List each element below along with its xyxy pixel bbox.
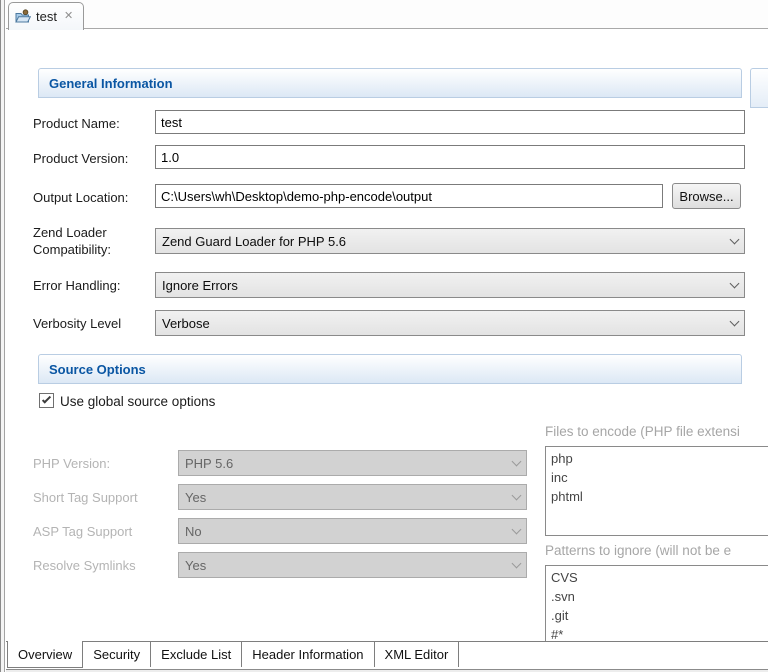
use-global-label: Use global source options xyxy=(60,394,215,409)
files-to-encode-label: Files to encode (PHP file extensi xyxy=(545,424,740,439)
section-title-general: General Information xyxy=(49,76,173,91)
error-handling-label: Error Handling: xyxy=(33,278,120,293)
tab-exclude-list[interactable]: Exclude List xyxy=(151,642,242,667)
section-title-source: Source Options xyxy=(49,362,146,377)
list-item[interactable]: .svn xyxy=(546,587,768,606)
list-item[interactable]: inc xyxy=(546,468,768,487)
chevron-down-icon xyxy=(730,278,740,288)
browse-button[interactable]: Browse... xyxy=(672,183,741,209)
list-item[interactable]: phtml xyxy=(546,487,768,506)
short-tag-combobox: Yes xyxy=(178,484,527,510)
editor-tab-title: test xyxy=(36,9,57,24)
project-folder-icon xyxy=(15,9,31,24)
output-location-input[interactable] xyxy=(155,184,663,208)
left-view-border xyxy=(0,0,5,672)
bottom-tabs: Overview Security Exclude List Header In… xyxy=(7,642,459,668)
short-tag-value: Yes xyxy=(185,490,513,505)
asp-tag-value: No xyxy=(185,524,513,539)
product-name-input[interactable] xyxy=(155,110,745,134)
output-location-label: Output Location: xyxy=(33,190,128,205)
asp-tag-label: ASP Tag Support xyxy=(33,524,132,539)
patterns-to-ignore-list[interactable]: CVS .svn .git #* xyxy=(545,565,768,644)
error-handling-combobox[interactable]: Ignore Errors xyxy=(155,272,745,298)
cut-off-section-header xyxy=(750,68,768,108)
tab-security[interactable]: Security xyxy=(83,642,151,667)
files-to-encode-list[interactable]: php inc phtml xyxy=(545,446,768,536)
tab-header-information[interactable]: Header Information xyxy=(242,642,374,667)
error-handling-value: Ignore Errors xyxy=(162,278,731,293)
zend-loader-value: Zend Guard Loader for PHP 5.6 xyxy=(162,234,731,249)
verbosity-value: Verbose xyxy=(162,316,731,331)
editor-tab-bar: test ✕ xyxy=(6,0,768,29)
zend-loader-combobox[interactable]: Zend Guard Loader for PHP 5.6 xyxy=(155,228,745,254)
chevron-down-icon xyxy=(730,234,740,244)
editor-tab-test[interactable]: test ✕ xyxy=(8,2,84,30)
chevron-down-icon xyxy=(512,456,522,466)
resolve-symlinks-combobox: Yes xyxy=(178,552,527,578)
list-item[interactable]: php xyxy=(546,449,768,468)
short-tag-label: Short Tag Support xyxy=(33,490,138,505)
tab-xml-editor[interactable]: XML Editor xyxy=(375,642,460,667)
product-version-input[interactable] xyxy=(155,145,745,169)
resolve-symlinks-value: Yes xyxy=(185,558,513,573)
chevron-down-icon xyxy=(512,558,522,568)
chevron-down-icon xyxy=(512,490,522,500)
zend-loader-label-line1: Zend Loader xyxy=(33,224,111,241)
php-version-label: PHP Version: xyxy=(33,456,110,471)
zend-loader-label: Zend Loader Compatibility: xyxy=(33,224,111,258)
bottom-tab-strip: Overview Security Exclude List Header In… xyxy=(6,641,768,672)
close-icon[interactable]: ✕ xyxy=(62,10,75,23)
resolve-symlinks-label: Resolve Symlinks xyxy=(33,558,136,573)
zend-loader-label-line2: Compatibility: xyxy=(33,241,111,258)
product-name-label: Product Name: xyxy=(33,116,120,131)
bottom-strip-line xyxy=(6,669,768,670)
product-version-label: Product Version: xyxy=(33,151,128,166)
section-header-general: General Information xyxy=(38,68,742,98)
php-version-value: PHP 5.6 xyxy=(185,456,513,471)
tab-overview[interactable]: Overview xyxy=(7,641,83,668)
list-item[interactable]: .git xyxy=(546,606,768,625)
verbosity-label: Verbosity Level xyxy=(33,316,121,331)
chevron-down-icon xyxy=(512,524,522,534)
verbosity-combobox[interactable]: Verbose xyxy=(155,310,745,336)
list-item[interactable]: CVS xyxy=(546,568,768,587)
asp-tag-combobox: No xyxy=(178,518,527,544)
chevron-down-icon xyxy=(730,316,740,326)
php-version-combobox: PHP 5.6 xyxy=(178,450,527,476)
checkmark-icon xyxy=(42,394,51,403)
patterns-to-ignore-label: Patterns to ignore (will not be e xyxy=(545,543,731,558)
section-header-source: Source Options xyxy=(38,354,742,384)
use-global-checkbox[interactable] xyxy=(39,393,54,408)
